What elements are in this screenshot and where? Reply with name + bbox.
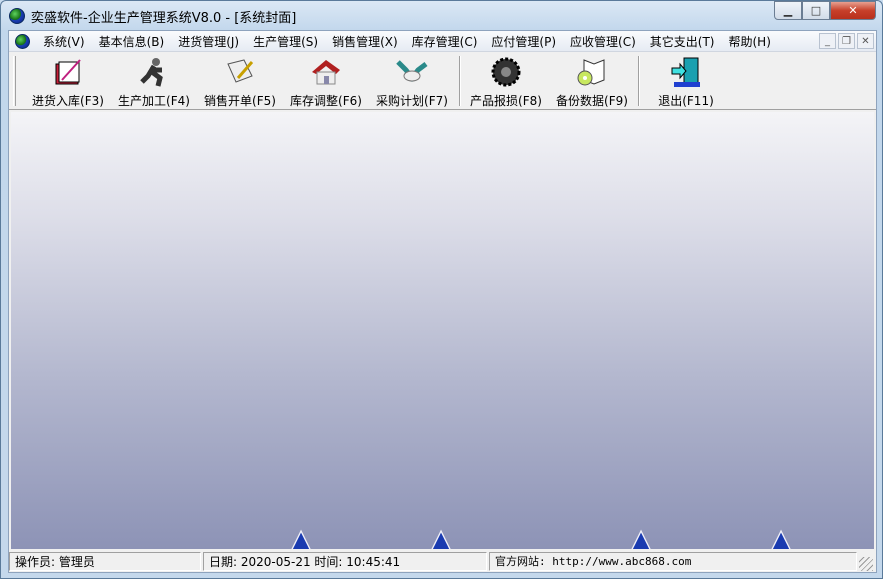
- sales-order-button[interactable]: 销售开单(F5): [198, 54, 282, 108]
- mdi-minimize-button[interactable]: _: [819, 33, 836, 49]
- menu-payables[interactable]: 应付管理(P): [484, 33, 563, 50]
- menu-bar: 系统(V) 基本信息(B) 进货管理(J) 生产管理(S) 销售管理(X) 库存…: [9, 31, 876, 52]
- cover-background: ▴ ▴ ▴ ▴: [11, 112, 874, 549]
- purchase-in-button[interactable]: 进货入库(F3): [26, 54, 110, 108]
- menu-sales[interactable]: 销售管理(X): [325, 33, 405, 50]
- mdi-globe-icon[interactable]: [15, 33, 30, 49]
- cover-watermark-glyph: ▴: [631, 517, 652, 549]
- close-button[interactable]: ✕: [830, 1, 876, 20]
- maximize-button[interactable]: □: [802, 1, 830, 20]
- menu-inventory[interactable]: 库存管理(C): [405, 33, 485, 50]
- status-datetime: 日期: 2020-05-21 时间: 10:45:41: [203, 551, 487, 571]
- main-window: 奕盛软件-企业生产管理系统V8.0 - [系统封面] ▁ □ ✕ 系统(V) 基…: [0, 0, 883, 579]
- menu-other-expenses[interactable]: 其它支出(T): [643, 33, 722, 50]
- status-bar: 操作员: 管理员 日期: 2020-05-21 时间: 10:45:41 官方网…: [9, 550, 876, 572]
- toolbar-separator: [459, 56, 461, 106]
- production-button[interactable]: 生产加工(F4): [112, 54, 196, 108]
- menu-system[interactable]: 系统(V): [36, 33, 92, 50]
- exit-button[interactable]: 退出(F11): [644, 54, 728, 108]
- toolbar: 进货入库(F3) 生产加工(F4) 销售开单(F5) 库存调整(F6) 采购计划…: [9, 52, 876, 110]
- mdi-restore-button[interactable]: ❐: [838, 33, 855, 49]
- toolbar-grip[interactable]: [13, 56, 16, 106]
- purchase-book-icon: [52, 56, 84, 88]
- menu-receivables[interactable]: 应收管理(C): [563, 33, 643, 50]
- menu-basic-info[interactable]: 基本信息(B): [92, 33, 172, 50]
- title-bar: 奕盛软件-企业生产管理系统V8.0 - [系统封面]: [9, 6, 296, 26]
- exit-door-icon: [670, 56, 702, 88]
- client-area: 系统(V) 基本信息(B) 进货管理(J) 生产管理(S) 销售管理(X) 库存…: [8, 30, 877, 573]
- menu-production[interactable]: 生产管理(S): [246, 33, 325, 50]
- menu-help[interactable]: 帮助(H): [721, 33, 777, 50]
- product-loss-button[interactable]: 产品报损(F8): [464, 54, 548, 108]
- window-title: 奕盛软件-企业生产管理系统V8.0 - [系统封面]: [31, 10, 297, 26]
- backup-data-button[interactable]: 备份数据(F9): [550, 54, 634, 108]
- app-globe-icon: [9, 8, 25, 24]
- handshake-icon: [396, 56, 428, 88]
- mdi-close-button[interactable]: ✕: [857, 33, 874, 49]
- menu-purchase[interactable]: 进货管理(J): [171, 33, 246, 50]
- cover-watermark-glyph: ▴: [291, 517, 312, 549]
- cover-watermark-glyph: ▴: [771, 517, 792, 549]
- running-man-icon: [138, 56, 170, 88]
- minimize-button[interactable]: ▁: [774, 1, 802, 20]
- inventory-adjust-button[interactable]: 库存调整(F6): [284, 54, 368, 108]
- cover-watermark-glyph: ▴: [431, 517, 452, 549]
- purchase-plan-button[interactable]: 采购计划(F7): [370, 54, 454, 108]
- house-icon: [310, 56, 342, 88]
- status-website: 官方网站: http://www.abc868.com: [489, 551, 857, 571]
- gear-icon: [490, 56, 522, 88]
- status-operator: 操作员: 管理员: [9, 551, 201, 571]
- toolbar-separator: [638, 56, 640, 106]
- resize-grip[interactable]: [859, 557, 873, 571]
- scroll-pen-icon: [224, 56, 256, 88]
- book-disc-icon: [576, 56, 608, 88]
